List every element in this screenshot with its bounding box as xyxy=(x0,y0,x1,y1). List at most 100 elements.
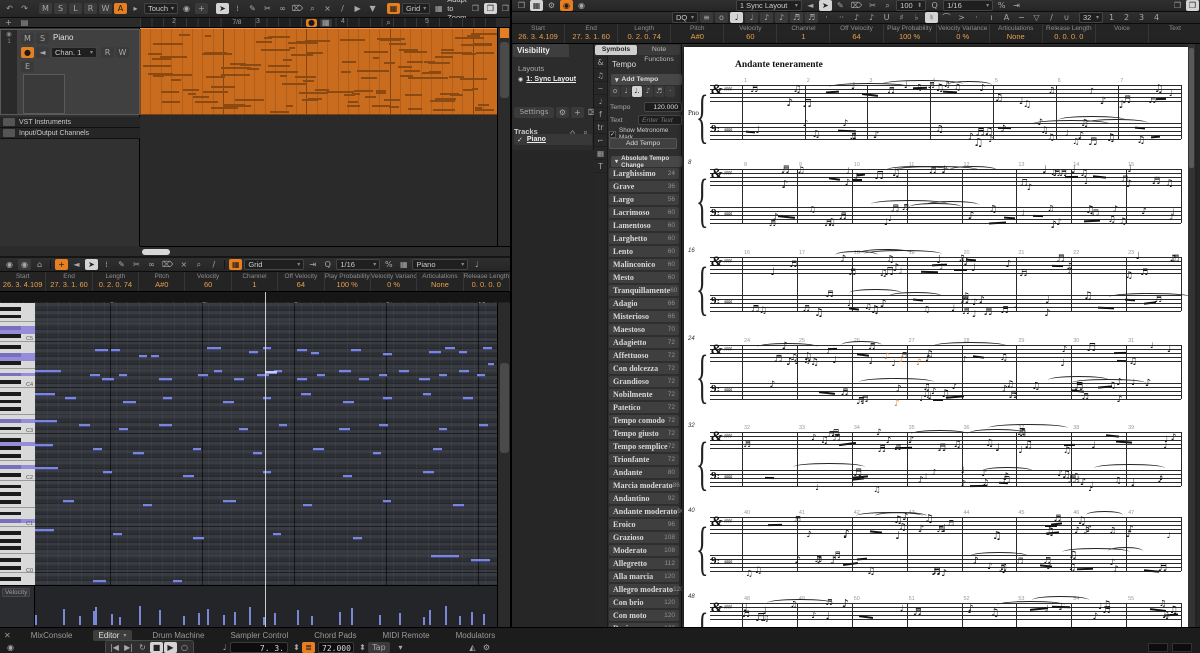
layout-dropdown[interactable]: 1 Sync Layout ▾ xyxy=(735,0,802,11)
track-solo-button[interactable]: S xyxy=(36,33,49,44)
voice-button-2[interactable]: 2 xyxy=(1120,12,1133,23)
info-field-pitch[interactable]: Pitch A#0 xyxy=(139,272,186,291)
midi-note[interactable] xyxy=(198,374,208,377)
midi-note[interactable] xyxy=(35,467,58,470)
tempo-preset-lacrimoso[interactable]: Lacrimoso 60 xyxy=(609,207,679,218)
midi-note[interactable] xyxy=(143,504,152,507)
black-key[interactable] xyxy=(0,391,21,396)
info-field-start[interactable]: Start 26. 3. 4.109 xyxy=(512,24,566,43)
info-field-channel[interactable]: Channel 1 xyxy=(232,272,279,291)
line-tool[interactable]: / xyxy=(336,3,349,14)
key-editor-vscrollbar[interactable] xyxy=(497,303,510,627)
lower-tab-mixconsole[interactable]: MixConsole xyxy=(25,630,79,641)
suspend-automation-button[interactable]: A xyxy=(114,3,127,14)
grace-note-button-2[interactable]: U xyxy=(880,12,893,23)
midi-note[interactable] xyxy=(279,424,287,427)
lower-tab-drum-machine[interactable]: Drum Machine xyxy=(146,630,210,641)
listen-button[interactable]: L xyxy=(69,3,82,14)
swing-icon[interactable]: % xyxy=(995,0,1008,11)
tap-tempo-button[interactable]: Tap xyxy=(368,642,390,653)
folder-track-vst-instruments[interactable]: VST Instruments xyxy=(0,117,140,128)
tuplet-dropdown[interactable]: 32 ▾ xyxy=(1079,12,1103,23)
tempo-preset-marcia-moderato[interactable]: Marcia moderato 86 xyxy=(609,480,680,491)
midi-note[interactable] xyxy=(379,374,387,377)
tab-note-functions[interactable]: Note Functions xyxy=(638,45,680,63)
velocity-bar[interactable] xyxy=(351,608,353,625)
punch-in-icon[interactable]: ● xyxy=(306,19,317,27)
midi-note[interactable] xyxy=(471,559,490,562)
black-key[interactable] xyxy=(0,445,21,450)
note-value-button-3[interactable]: ♩ xyxy=(745,12,758,23)
black-key[interactable] xyxy=(0,345,21,350)
midi-note[interactable] xyxy=(339,370,351,373)
white-key[interactable] xyxy=(0,460,35,462)
draw-tool[interactable]: ✎ xyxy=(115,259,128,270)
selected-note-glyph[interactable]: ♪ xyxy=(916,359,922,368)
midi-note[interactable] xyxy=(273,533,281,536)
lower-tab-sampler-control[interactable]: Sampler Control xyxy=(224,630,294,641)
velocity-bar[interactable] xyxy=(111,614,113,625)
info-field-articulations[interactable]: Articulations None xyxy=(990,24,1043,43)
midi-note[interactable] xyxy=(163,397,172,400)
draw-tool[interactable]: ✎ xyxy=(834,0,847,11)
zoom-tool[interactable]: ⌕ xyxy=(881,0,894,11)
glue-tool[interactable]: ∞ xyxy=(145,259,158,270)
tempo-preset-larghissimo[interactable]: Larghissimo 24 xyxy=(609,168,679,179)
midi-note[interactable] xyxy=(351,349,361,352)
redo-icon[interactable]: ↷ xyxy=(18,3,31,14)
velocity-bar[interactable] xyxy=(471,612,473,625)
check-icon[interactable]: ✓ xyxy=(517,136,523,144)
black-key[interactable] xyxy=(0,314,21,319)
white-key[interactable] xyxy=(0,553,35,555)
selected-note-glyph[interactable]: ♪ xyxy=(884,353,890,362)
tempo-value-field[interactable]: 120.000 xyxy=(644,102,682,112)
black-key[interactable] xyxy=(0,380,21,385)
snap-mode-icon[interactable]: ⇥ xyxy=(306,259,319,270)
add-tempo-header[interactable]: ▾ Add Tempo xyxy=(611,74,682,85)
articulation-button-6[interactable]: ▽ xyxy=(1030,12,1043,23)
midi-note[interactable] xyxy=(214,370,222,373)
zone-toggle-2[interactable]: ❐ xyxy=(1186,0,1199,11)
snap-type-icon[interactable]: + xyxy=(195,3,209,14)
tempo-text-field[interactable]: Enter Text xyxy=(638,115,682,125)
lower-tab-chord-pads[interactable]: Chord Pads xyxy=(308,630,362,641)
velocity-bar[interactable] xyxy=(297,610,299,625)
range-tool[interactable]: ⁞ xyxy=(231,3,244,14)
tempo-preset-andante-moderato[interactable]: Andante moderato96 xyxy=(609,506,682,517)
lower-tab-modulators[interactable]: Modulators xyxy=(450,630,502,641)
articulation-button-0[interactable]: ⌒ xyxy=(940,12,953,23)
acoustic-feedback-icon[interactable]: ◄ xyxy=(70,259,83,270)
lower-tab-midi-remote[interactable]: MIDI Remote xyxy=(377,630,436,641)
velocity-bar[interactable] xyxy=(249,607,251,625)
track-piano[interactable]: ◉ 1 M S Piano ● ◄ Chan. 1 ▾ R W E xyxy=(0,29,140,115)
selected-note-glyph[interactable]: ♪ xyxy=(894,400,900,409)
project-hscrollbar[interactable] xyxy=(140,246,510,256)
articulation-button-5[interactable]: − xyxy=(1015,12,1028,23)
step-input-icon[interactable]: ⇥ xyxy=(1010,0,1023,11)
midi-note[interactable] xyxy=(433,448,442,451)
tempo-preset-alla-marcia[interactable]: Alla marcia 120 xyxy=(609,571,679,582)
cut-tool[interactable]: ✂ xyxy=(130,259,143,270)
info-field-velocity[interactable]: Velocity 60 xyxy=(724,24,778,43)
info-field-length[interactable]: Length 0. 2. 0. 74 xyxy=(93,272,140,291)
tempo-preset-lento[interactable]: Lento 60 xyxy=(609,246,679,257)
part-list-icon[interactable]: ⌂ xyxy=(33,259,46,270)
track-mute-button[interactable]: M xyxy=(21,33,34,44)
erase-tool[interactable]: ⌦ xyxy=(849,0,864,11)
midi-note[interactable] xyxy=(249,351,258,354)
cut-tool[interactable]: ✂ xyxy=(866,0,879,11)
tempo-preset-con-moto[interactable]: Con moto 120 xyxy=(609,610,679,621)
tempo-preset-andantino[interactable]: Andantino 92 xyxy=(609,493,679,504)
cut-tool[interactable]: ✂ xyxy=(261,3,274,14)
info-field-off-velocity[interactable]: Off Velocity 64 xyxy=(830,24,884,43)
midi-note-selected[interactable] xyxy=(265,371,277,374)
record-button[interactable]: ○ xyxy=(178,642,191,653)
grid-toggle-icon[interactable]: ▦ xyxy=(530,0,543,11)
midi-note[interactable] xyxy=(297,378,307,381)
folder-track-input-output-channels[interactable]: Input/Output Channels xyxy=(0,128,140,139)
midi-note[interactable] xyxy=(488,363,494,366)
midi-note[interactable] xyxy=(35,420,57,423)
info-field-end[interactable]: End 27. 3. 1. 60 xyxy=(46,272,93,291)
stop-button[interactable]: ■ xyxy=(150,642,163,653)
black-key[interactable] xyxy=(0,306,21,311)
